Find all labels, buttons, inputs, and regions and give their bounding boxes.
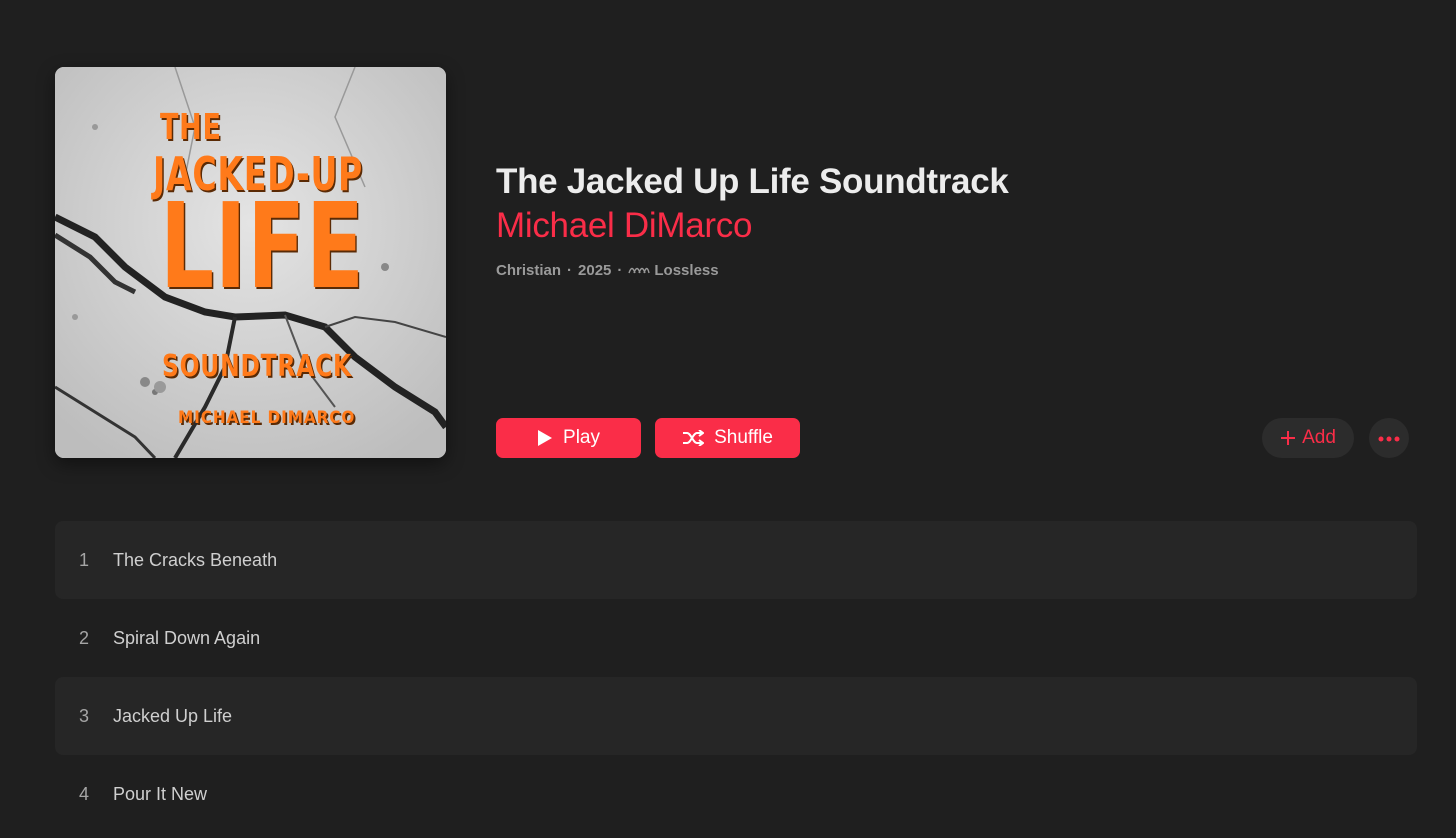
genre-label[interactable]: Christian: [496, 262, 561, 279]
shuffle-label: Shuffle: [714, 427, 773, 448]
track-list: 1 The Cracks Beneath 2 Spiral Down Again…: [55, 521, 1417, 833]
meta-separator: ·: [567, 262, 573, 279]
track-row[interactable]: 2 Spiral Down Again: [55, 599, 1417, 677]
ellipsis-icon: [1378, 429, 1400, 447]
album-meta: Christian · 2025 · Lossless: [496, 262, 719, 279]
meta-separator: ·: [617, 262, 623, 279]
track-row[interactable]: 1 The Cracks Beneath: [55, 521, 1417, 599]
play-icon: [537, 429, 553, 447]
plus-icon: [1280, 430, 1296, 446]
album-title: The Jacked Up Life Soundtrack: [496, 162, 1009, 201]
track-number: 1: [78, 549, 89, 570]
album-artwork[interactable]: THE JACKED-UP LIFE SOUNDTRACK MICHAEL DI…: [55, 67, 446, 458]
track-title: Jacked Up Life: [113, 705, 233, 726]
add-label: Add: [1302, 427, 1336, 448]
artwork-text-artist: MICHAEL DIMARCO: [178, 408, 356, 428]
lossless-icon: [628, 262, 651, 279]
add-button[interactable]: Add: [1262, 418, 1354, 458]
artwork-text-soundtrack: SOUNDTRACK: [162, 349, 352, 384]
artwork-text-life: LIFE: [160, 177, 365, 315]
artist-link[interactable]: Michael DiMarco: [496, 206, 752, 246]
track-title: Spiral Down Again: [113, 627, 261, 648]
quality-label: Lossless: [654, 262, 719, 279]
track-row[interactable]: 3 Jacked Up Life: [55, 677, 1417, 755]
shuffle-icon: [682, 430, 705, 446]
track-number: 4: [78, 783, 89, 804]
play-button[interactable]: Play: [496, 418, 641, 458]
track-number: 3: [78, 705, 89, 726]
more-options-button[interactable]: [1369, 418, 1409, 458]
track-title: Pour It New: [113, 783, 208, 804]
album-page: THE JACKED-UP LIFE SOUNDTRACK MICHAEL DI…: [0, 0, 1456, 838]
track-number: 2: [78, 627, 89, 648]
track-title: The Cracks Beneath: [113, 549, 278, 570]
shuffle-button[interactable]: Shuffle: [655, 418, 800, 458]
track-row[interactable]: 4 Pour It New: [55, 755, 1417, 833]
year-label: 2025: [578, 262, 612, 279]
artwork-text-the: THE: [160, 107, 222, 148]
play-label: Play: [563, 427, 600, 448]
